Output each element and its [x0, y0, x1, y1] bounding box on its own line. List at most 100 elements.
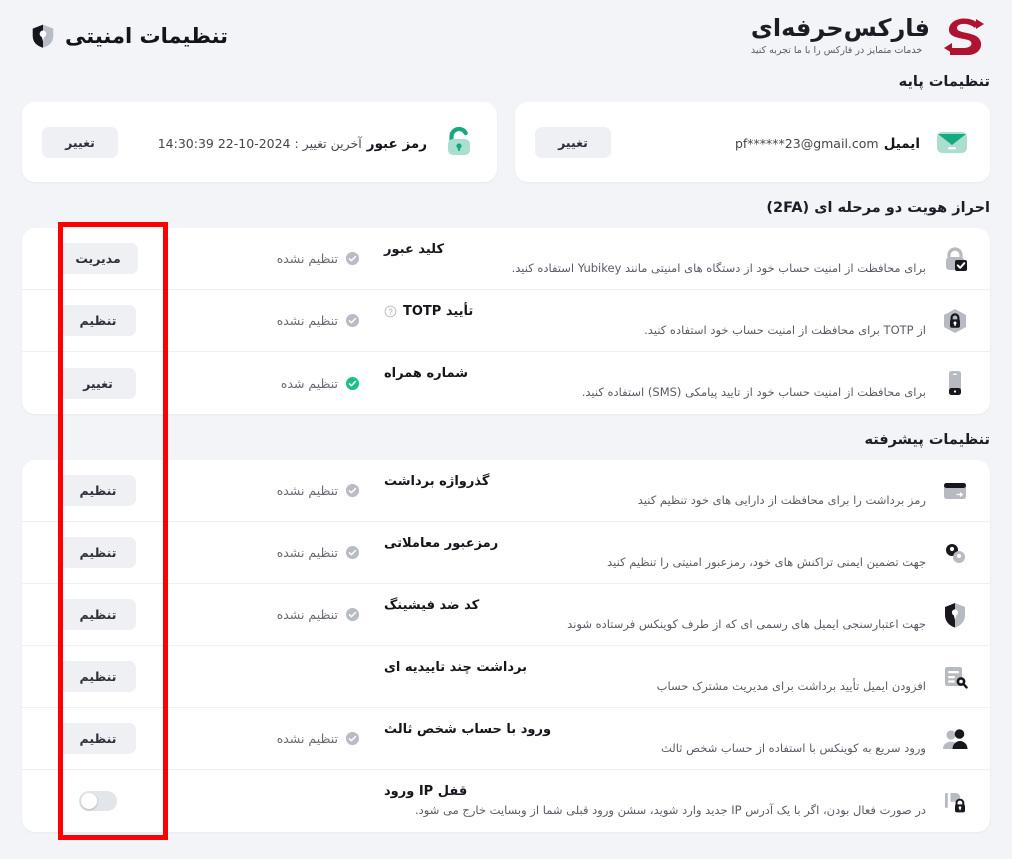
multi-approval-action-cell: تنظیم	[22, 661, 174, 692]
ip-login-lock-name-text: قفل IP ورود	[384, 784, 468, 799]
third-party-login-name-text: ورود با حساب شخص ثالث	[384, 721, 552, 737]
advanced-group: گذرواژه برداشت رمز برداشت را برای محافظت…	[22, 460, 990, 832]
row-phone: شماره همراه برای محافظت از امنیت حساب خو…	[22, 352, 990, 414]
brand-logo[interactable]: فارکس‌حرفه‌ای خدمات متمایز در فارکس را ب…	[751, 13, 990, 59]
trading-password-description: جهت تضمین ایمنی تراکنش های خود، رمزعبور …	[607, 554, 926, 569]
anti-phishing-status-text: تنظیم نشده	[276, 607, 338, 622]
anti-phishing-setup-button[interactable]: تنظیم	[60, 599, 136, 630]
mobile-phone-icon	[940, 368, 970, 398]
password-text-block: رمز عبور آخرین تغییر : 2024-10-22 14:30:…	[132, 133, 427, 152]
passkey-name: کلید عبور	[384, 242, 926, 257]
row-withdraw-password: گذرواژه برداشت رمز برداشت را برای محافظت…	[22, 460, 990, 522]
trading-password-status-text: تنظیم نشده	[276, 545, 338, 560]
trading-password-setup-button[interactable]: تنظیم	[60, 537, 136, 568]
status-check-grey-icon	[345, 545, 360, 560]
ip-login-lock-action-cell	[22, 791, 174, 811]
row-trading-password: رمزعبور معاملاتی جهت تضمین ایمنی تراکنش …	[22, 522, 990, 584]
totp-name: تأیید TOTP	[384, 304, 926, 319]
top-bar: فارکس‌حرفه‌ای خدمات متمایز در فارکس را ب…	[0, 0, 1012, 72]
change-email-button[interactable]: تغییر	[535, 126, 611, 158]
totp-text-block: تأیید TOTP از TOTP برای محافظت از امنیت …	[374, 304, 926, 338]
anti-phishing-action-cell: تنظیم	[22, 599, 174, 630]
email-label: ایمیل	[883, 135, 920, 152]
passkey-status: تنظیم نشده	[174, 251, 374, 266]
multi-approval-setup-button[interactable]: تنظیم	[60, 661, 136, 692]
trading-password-name-text: رمزعبور معاملاتی	[384, 535, 499, 551]
totp-name-text: تأیید TOTP	[403, 303, 474, 319]
row-passkey: کلید عبور برای محافظت از امنیت حساب خود …	[22, 228, 990, 290]
shield-security-icon	[30, 23, 56, 49]
ip-lock-icon	[940, 786, 970, 816]
third-party-login-setup-button[interactable]: تنظیم	[60, 723, 136, 754]
row-third-party-login: ورود با حساب شخص ثالث ورود سریع به کوینک…	[22, 708, 990, 770]
totp-status: تنظیم نشده	[174, 313, 374, 328]
phone-change-button[interactable]: تغییر	[60, 367, 136, 399]
status-check-grey-icon	[345, 313, 360, 328]
multi-approval-description: افزودن ایمیل تأیید برداشت برای مدیریت مش…	[656, 678, 926, 693]
phone-name-text: شماره همراه	[384, 366, 469, 381]
section-title-advanced: تنظیمات پیشرفته	[864, 432, 990, 448]
section-title-basic: تنظیمات پایه	[898, 74, 990, 90]
withdraw-password-description: رمز برداشت را برای محافظت از دارایی های …	[637, 492, 926, 507]
multi-approval-name: برداشت چند تاییدیه ای	[384, 660, 926, 675]
withdraw-password-setup-button[interactable]: تنظیم	[60, 475, 136, 506]
phone-text-block: شماره همراه برای محافظت از امنیت حساب خو…	[374, 366, 926, 400]
withdraw-password-name-text: گذرواژه برداشت	[384, 473, 490, 489]
phone-description: برای محافظت از امنیت حساب خود از تایید پ…	[581, 385, 926, 399]
brand-text: فارکس‌حرفه‌ای خدمات متمایز در فارکس را ب…	[750, 14, 931, 57]
passkey-action-cell: مدیریت	[22, 243, 174, 274]
brand-title: فارکس‌حرفه‌ای	[750, 14, 931, 43]
users-icon	[940, 724, 970, 754]
anti-phishing-description: جهت اعتبارسنجی ایمیل های رسمی ای که از ط…	[567, 616, 926, 631]
withdraw-password-text-block: گذرواژه برداشت رمز برداشت را برای محافظت…	[374, 474, 926, 508]
twofa-group: کلید عبور برای محافظت از امنیت حساب خود …	[22, 228, 990, 414]
s-swoosh-logo-icon	[938, 13, 990, 59]
row-anti-phishing: کد ضد فیشینگ جهت اعتبارسنجی ایمیل های رس…	[22, 584, 990, 646]
status-check-grey-icon	[345, 483, 360, 498]
password-last-change: آخرین تغییر : 2024-10-22 14:30:39	[157, 135, 362, 151]
brand-subtitle: خدمات متمایز در فارکس را با ما تجربه کنی…	[750, 44, 923, 56]
withdraw-password-action-cell: تنظیم	[22, 475, 174, 506]
shield-phishing-icon	[940, 600, 970, 630]
hexagon-lock-icon	[940, 306, 970, 336]
status-check-grey-icon	[345, 251, 360, 266]
row-ip-login-lock: قفل IP ورود در صورت فعال بودن، اگر با یک…	[22, 770, 990, 832]
trading-password-status: تنظیم نشده	[174, 545, 374, 560]
basic-settings-row: ایمیل pf******23@gmail.com تغییر رمز عبو…	[0, 102, 1012, 182]
passkey-manage-button[interactable]: مدیریت	[58, 243, 138, 274]
multi-approval-text-block: برداشت چند تاییدیه ای افزودن ایمیل تأیید…	[374, 660, 926, 694]
anti-phishing-text-block: کد ضد فیشینگ جهت اعتبارسنجی ایمیل های رس…	[374, 598, 926, 632]
multi-approval-name-text: برداشت چند تاییدیه ای	[384, 659, 527, 675]
withdraw-password-status-text: تنظیم نشده	[276, 483, 338, 498]
anti-phishing-name: کد ضد فیشینگ	[384, 598, 926, 613]
envelope-icon	[934, 124, 970, 160]
third-party-login-description: ورود سریع به کوینکس با استفاده از حساب ش…	[660, 740, 926, 755]
third-party-login-status-text: تنظیم نشده	[276, 731, 338, 746]
status-check-green-icon	[345, 376, 360, 391]
page-title: تنظیمات امنیتی	[30, 23, 228, 49]
third-party-login-text-block: ورود با حساب شخص ثالث ورود سریع به کوینک…	[374, 722, 926, 756]
padlock-check-icon	[940, 244, 970, 274]
help-question-icon[interactable]	[384, 305, 397, 318]
password-card: ایمیل pf******23@gmail.com تغییر	[515, 102, 990, 182]
passkey-description: برای محافظت از امنیت حساب خود از دستگاه …	[511, 260, 926, 275]
totp-setup-button[interactable]: تنظیم	[60, 305, 136, 336]
security-settings-page: فارکس‌حرفه‌ای خدمات متمایز در فارکس را ب…	[0, 0, 1012, 859]
card-icon	[940, 476, 970, 506]
phone-status: تنظیم شده	[174, 376, 374, 391]
withdraw-password-name: گذرواژه برداشت	[384, 474, 926, 489]
third-party-login-action-cell: تنظیم	[22, 723, 174, 754]
passkey-status-text: تنظیم نشده	[276, 251, 338, 266]
email-card: رمز عبور آخرین تغییر : 2024-10-22 14:30:…	[22, 102, 497, 182]
keys-icon	[940, 538, 970, 568]
password-label: رمز عبور	[366, 135, 427, 152]
passkey-name-text: کلید عبور	[384, 241, 445, 257]
third-party-login-name: ورود با حساب شخص ثالث	[384, 722, 926, 737]
anti-phishing-name-text: کد ضد فیشینگ	[384, 597, 480, 613]
section-title-2fa: احراز هویت دو مرحله ای (2FA)	[766, 200, 990, 216]
trading-password-action-cell: تنظیم	[22, 537, 174, 568]
ip-login-lock-toggle[interactable]	[79, 791, 117, 811]
change-password-button[interactable]: تغییر	[42, 126, 118, 158]
unlocked-padlock-icon	[441, 124, 477, 160]
phone-status-text: تنظیم شده	[280, 375, 338, 391]
